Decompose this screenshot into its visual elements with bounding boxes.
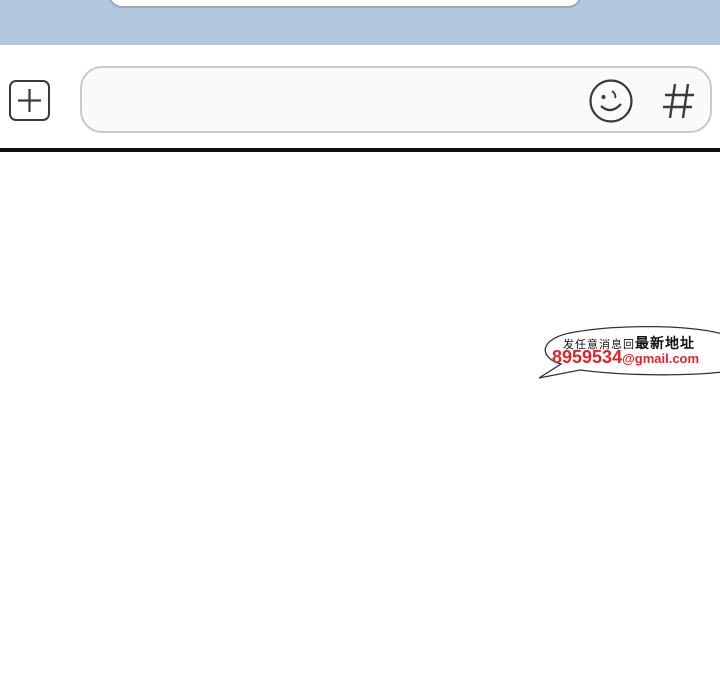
hashtag-icon: [663, 83, 694, 119]
plus-icon: [18, 89, 41, 112]
top-header-band: [0, 0, 720, 45]
emoji-button[interactable]: [588, 78, 634, 124]
message-input-bar: [0, 45, 720, 148]
screen: 发任意消息回最新地址 8959534@gmail.com: [0, 0, 720, 700]
top-search-pill[interactable]: [108, 0, 582, 8]
panel-divider: [0, 148, 720, 152]
watermark-speech-bubble: 发任意消息回最新地址 8959534@gmail.com: [535, 322, 720, 382]
watermark-contact: 8959534@gmail.com: [552, 347, 699, 368]
smiley-icon: [589, 79, 633, 123]
add-attachment-button[interactable]: [9, 80, 50, 121]
hashtag-button[interactable]: [659, 78, 699, 124]
watermark-number: 8959534: [552, 347, 623, 367]
watermark-email: @gmail.com: [622, 351, 700, 366]
